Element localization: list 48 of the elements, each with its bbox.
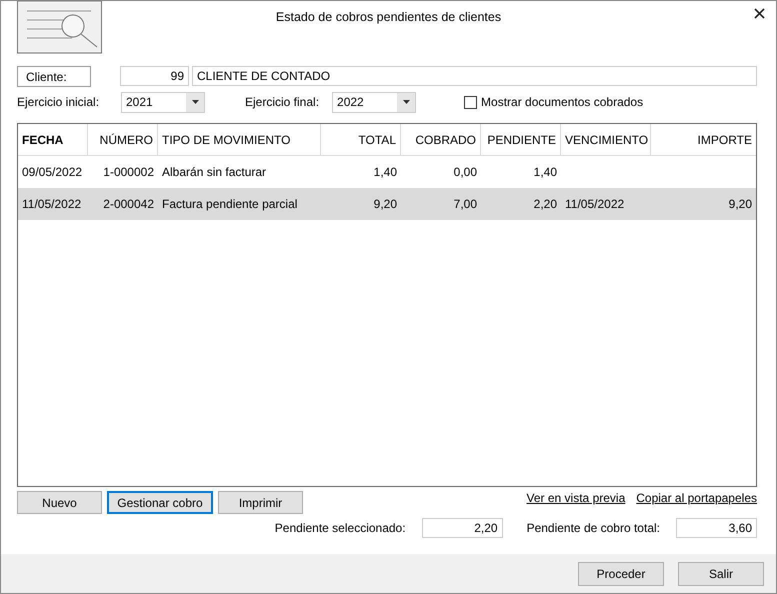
table-cell: 2-000042: [103, 197, 154, 211]
close-icon[interactable]: [754, 8, 765, 19]
column-header[interactable]: VENCIMIENTO: [561, 124, 651, 156]
client-code-field[interactable]: 99: [120, 66, 189, 86]
cliente-label: Cliente:: [17, 66, 91, 86]
action-button[interactable]: Imprimir: [218, 491, 303, 514]
column-header[interactable]: FECHA: [18, 124, 88, 156]
dropdown-arrow-icon: [402, 100, 410, 104]
action-button[interactable]: Gestionar cobro: [107, 491, 213, 514]
link[interactable]: Ver en vista previa: [526, 491, 626, 505]
column-header[interactable]: NÚMERO: [88, 124, 158, 156]
table-cell: 11/05/2022: [22, 197, 82, 211]
total-label: Pendiente de cobro total:: [526, 521, 660, 535]
column-header[interactable]: PENDIENTE: [481, 124, 561, 156]
checkbox-label: Mostrar documentos cobrados: [481, 95, 644, 109]
table-cell: 1,40: [374, 165, 397, 179]
total-field[interactable]: 2,20: [422, 518, 503, 538]
total-label: Pendiente seleccionado:: [274, 521, 406, 535]
dropdown-arrow-icon: [192, 100, 198, 104]
footer-button[interactable]: Proceder: [578, 562, 664, 586]
total-field[interactable]: 3,60: [676, 518, 757, 538]
field-label: Ejercicio inicial:: [17, 95, 100, 109]
table-cell: 11/05/2022: [565, 197, 624, 211]
field-label: Ejercicio final:: [245, 95, 320, 109]
table-cell: 9,20: [728, 197, 752, 211]
year-dropdown[interactable]: 2022: [332, 92, 416, 112]
column-header[interactable]: COBRADO: [401, 124, 481, 156]
table-cell: 1,40: [534, 165, 557, 179]
year-dropdown[interactable]: 2021: [121, 92, 205, 112]
table-row[interactable]: 09/05/2022 1-000002 Albarán sin facturar 1,40 0,00 1,40: [18, 156, 756, 188]
footer-button[interactable]: Salir: [678, 562, 764, 586]
window-title: Estado de cobros pendientes de clientes: [276, 10, 502, 24]
column-header[interactable]: TOTAL: [321, 124, 401, 156]
checkbox[interactable]: [464, 96, 478, 108]
table-cell: Factura pendiente parcial: [162, 197, 298, 211]
table-cell: 0,00: [454, 165, 477, 179]
column-header[interactable]: IMPORTE: [651, 124, 756, 156]
table-cell: 1-000002: [103, 165, 154, 179]
action-button[interactable]: Nuevo: [17, 491, 102, 514]
table-cell: 09/05/2022: [22, 165, 82, 179]
table-cell: Albarán sin facturar: [162, 165, 266, 179]
link[interactable]: Copiar al portapapeles: [636, 491, 757, 505]
table-cell: 7,00: [454, 197, 477, 211]
column-header[interactable]: TIPO DE MOVIMIENTO: [158, 124, 321, 156]
table-row[interactable]: 11/05/2022 2-000042 Factura pendiente parcial 9,20 7,00 2,20 11/05/2022 9,20: [18, 188, 756, 220]
client-name-field[interactable]: CLIENTE DE CONTADO: [192, 66, 757, 86]
table-cell: 9,20: [374, 197, 397, 211]
table-cell: 2,20: [534, 197, 557, 211]
